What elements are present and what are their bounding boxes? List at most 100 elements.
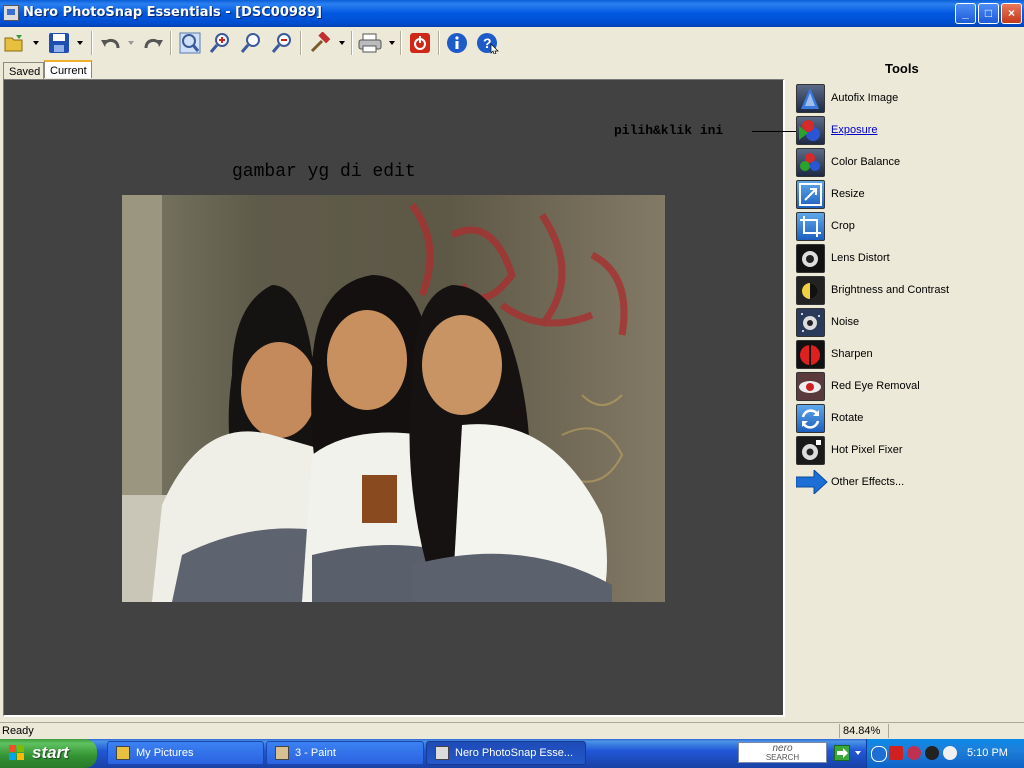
close-button[interactable]: × <box>1001 3 1022 24</box>
open-dropdown-icon[interactable] <box>33 41 39 45</box>
start-label: start <box>32 743 69 762</box>
toolbar: ? <box>0 27 1024 59</box>
toolbar-separator <box>351 31 353 55</box>
tool-label: Red Eye Removal <box>831 380 920 392</box>
open-folder-icon[interactable] <box>2 30 28 56</box>
rotate-icon <box>796 404 825 433</box>
tool-label: Crop <box>831 220 855 232</box>
redo-icon[interactable] <box>140 30 166 56</box>
exit-icon[interactable] <box>407 30 433 56</box>
sharpen-icon <box>796 340 825 369</box>
tool-color-balance[interactable]: Color Balance <box>796 148 1016 178</box>
task-label: My Pictures <box>136 747 194 759</box>
arrow-right-icon <box>795 468 828 497</box>
tool-brightness-contrast[interactable]: Brightness and Contrast <box>796 276 1016 306</box>
tool-label: Resize <box>831 188 865 200</box>
help-icon[interactable]: ? <box>475 30 501 56</box>
info-icon[interactable] <box>444 30 470 56</box>
toolbar-separator <box>170 31 172 55</box>
tool-resize[interactable]: Resize <box>796 180 1016 210</box>
crop-icon <box>796 212 825 241</box>
zoom-in-icon[interactable] <box>207 30 233 56</box>
print-icon[interactable] <box>357 30 383 56</box>
status-text: Ready <box>2 725 34 737</box>
undo-icon[interactable] <box>98 30 124 56</box>
tools-title: Tools <box>885 61 919 76</box>
undo-dropdown-icon[interactable] <box>128 41 134 45</box>
task-label: 3 - Paint <box>295 747 336 759</box>
brightness-contrast-icon <box>796 276 825 305</box>
task-label: Nero PhotoSnap Esse... <box>455 747 574 759</box>
autofix-icon <box>796 84 825 113</box>
tool-autofix-image[interactable]: Autofix Image <box>796 84 1016 114</box>
nero-search-label: SEARCH <box>765 753 800 762</box>
tool-hot-pixel-fixer[interactable]: Hot Pixel Fixer <box>796 436 1016 466</box>
tool-red-eye-removal[interactable]: Red Eye Removal <box>796 372 1016 402</box>
maximize-button[interactable]: □ <box>978 3 999 24</box>
tool-exposure[interactable]: Exposure <box>796 116 1016 146</box>
red-eye-icon <box>796 372 825 401</box>
print-dropdown-icon[interactable] <box>389 41 395 45</box>
save-dropdown-icon[interactable] <box>77 41 83 45</box>
tray-app-icon[interactable] <box>925 746 939 760</box>
taskbar-item-my-pictures[interactable]: My Pictures <box>107 741 264 765</box>
toolbar-separator <box>438 31 440 55</box>
tool-label: Brightness and Contrast <box>831 284 950 296</box>
zoom-fit-icon[interactable] <box>177 30 203 56</box>
taskbar: start My Pictures 3 - Paint Nero PhotoSn… <box>0 739 1024 768</box>
hot-pixel-icon <box>796 436 825 465</box>
tool-label: Lens Distort <box>831 252 890 264</box>
tool-rotate[interactable]: Rotate <box>796 404 1016 434</box>
color-balance-icon <box>796 148 825 177</box>
go-arrow-icon[interactable] <box>834 745 850 761</box>
tool-label: Other Effects... <box>831 476 905 488</box>
tools-hammer-icon[interactable] <box>307 30 333 56</box>
tools-dropdown-icon[interactable] <box>339 41 345 45</box>
tool-label: Sharpen <box>831 348 873 360</box>
taskbar-item-nero-photosnap[interactable]: Nero PhotoSnap Esse... <box>426 741 586 765</box>
annotation-label: pilih&klik ini <box>614 123 724 138</box>
nero-logo-text: nero <box>772 743 793 754</box>
minimize-button[interactable]: _ <box>955 3 976 24</box>
taskbar-item-paint[interactable]: 3 - Paint <box>266 741 424 765</box>
show-hidden-icons-icon[interactable] <box>871 746 887 762</box>
toolbar-separator <box>300 31 302 55</box>
volume-icon[interactable] <box>943 746 957 760</box>
folder-icon <box>116 746 130 760</box>
tool-crop[interactable]: Crop <box>796 212 1016 242</box>
canvas-caption: gambar yg di edit <box>232 162 416 182</box>
clock[interactable]: 5:10 PM <box>967 747 1008 759</box>
tool-label: Noise <box>831 316 860 328</box>
tool-label: Color Balance <box>831 156 901 168</box>
status-divider <box>888 724 889 738</box>
tool-other-effects[interactable]: Other Effects... <box>795 468 1016 498</box>
tool-lens-distort[interactable]: Lens Distort <box>796 244 1016 274</box>
exposure-icon <box>796 116 825 145</box>
toolbar-separator <box>400 31 402 55</box>
save-icon[interactable] <box>46 30 72 56</box>
noise-icon <box>796 308 825 337</box>
tray-app-icon[interactable] <box>889 746 903 760</box>
annotation-arrow <box>752 131 796 132</box>
app-icon[interactable] <box>3 5 19 21</box>
paint-icon <box>275 746 289 760</box>
chevron-down-icon[interactable] <box>855 751 861 755</box>
tab-saved[interactable]: Saved <box>3 62 44 79</box>
lens-distort-icon <box>796 244 825 273</box>
edited-photo[interactable] <box>122 195 665 602</box>
tool-sharpen[interactable]: Sharpen <box>796 340 1016 370</box>
svg-text:?: ? <box>483 35 492 51</box>
zoom-actual-icon[interactable] <box>238 30 264 56</box>
window-title: Nero PhotoSnap Essentials - [DSC00989] <box>23 5 322 20</box>
start-button[interactable]: start <box>0 739 97 768</box>
zoom-out-icon[interactable] <box>269 30 295 56</box>
windows-flag-icon <box>9 745 26 762</box>
nero-search-box[interactable]: nero SEARCH <box>738 742 827 763</box>
zoom-level: 84.84% <box>843 725 881 737</box>
tool-label[interactable]: Exposure <box>831 124 877 136</box>
tray-app-icon[interactable] <box>907 746 921 760</box>
tab-current[interactable]: Current <box>44 60 92 78</box>
tool-label: Hot Pixel Fixer <box>831 444 903 456</box>
toolbar-separator <box>91 31 93 55</box>
tool-noise[interactable]: Noise <box>796 308 1016 338</box>
